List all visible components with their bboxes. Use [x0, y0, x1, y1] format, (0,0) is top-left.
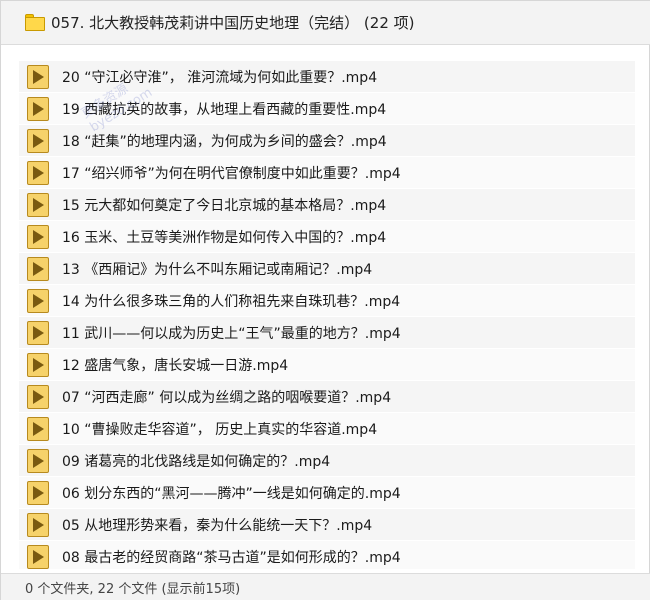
video-file-icon [27, 320, 49, 345]
file-row[interactable]: 06 划分东西的“黑河——腾冲”一线是如何确定的.mp4 [19, 477, 635, 509]
video-file-icon [27, 160, 49, 185]
file-row[interactable]: 20 “守江必守淮”， 淮河流域为何如此重要？.mp4 [19, 61, 635, 93]
status-bar: 0 个文件夹, 22 个文件 (显示前15项) [1, 573, 650, 600]
file-row[interactable]: 12 盛唐气象，唐长安城一日游.mp4 [19, 349, 635, 381]
file-name: 11 武川——何以成为历史上“王气”最重的地方？.mp4 [62, 325, 401, 342]
file-row[interactable]: 11 武川——何以成为历史上“王气”最重的地方？.mp4 [19, 317, 635, 349]
file-row[interactable]: 19 西藏抗英的故事，从地理上看西藏的重要性.mp4 [19, 93, 635, 125]
video-file-icon [27, 192, 49, 217]
video-file-icon [27, 352, 49, 377]
file-name: 20 “守江必守淮”， 淮河流域为何如此重要？.mp4 [62, 69, 378, 86]
file-name: 05 从地理形势来看，秦为什么能统一天下？.mp4 [62, 517, 373, 534]
file-name: 18 “赶集”的地理内涵，为何成为乡间的盛会？.mp4 [62, 133, 387, 150]
file-row[interactable]: 13 《西厢记》为什么不叫东厢记或南厢记？.mp4 [19, 253, 635, 285]
file-name: 07 “河西走廊” 何以成为丝绸之路的咽喉要道？.mp4 [62, 389, 392, 406]
file-list-window: 057. 北大教授韩茂莉讲中国历史地理（完结） (22 项) 20 “守江必守淮… [0, 0, 650, 600]
file-name: 16 玉米、土豆等美洲作物是如何传入中国的？.mp4 [62, 229, 387, 246]
video-file-icon [27, 128, 49, 153]
video-file-icon [27, 480, 49, 505]
video-file-icon [27, 416, 49, 441]
file-row[interactable]: 09 诸葛亮的北伐路线是如何确定的？.mp4 [19, 445, 635, 477]
file-row[interactable]: 17 “绍兴师爷”为何在明代官僚制度中如此重要？.mp4 [19, 157, 635, 189]
file-name: 13 《西厢记》为什么不叫东厢记或南厢记？.mp4 [62, 261, 373, 278]
file-row[interactable]: 18 “赶集”的地理内涵，为何成为乡间的盛会？.mp4 [19, 125, 635, 157]
video-file-icon [27, 96, 49, 121]
file-name: 12 盛唐气象，唐长安城一日游.mp4 [62, 357, 289, 374]
file-name: 19 西藏抗英的故事，从地理上看西藏的重要性.mp4 [62, 101, 387, 118]
video-file-icon [27, 544, 49, 569]
folder-title: 057. 北大教授韩茂莉讲中国历史地理（完结） (22 项) [51, 14, 415, 32]
file-name: 17 “绍兴师爷”为何在明代官僚制度中如此重要？.mp4 [62, 165, 401, 182]
file-name: 08 最古老的经贸商路“茶马古道”是如何形成的？.mp4 [62, 549, 401, 566]
file-row[interactable]: 14 为什么很多珠三角的人们称祖先来自珠玑巷？.mp4 [19, 285, 635, 317]
video-file-icon [27, 256, 49, 281]
folder-icon [25, 14, 45, 31]
video-file-icon [27, 224, 49, 249]
video-file-icon [27, 64, 49, 89]
video-file-icon [27, 448, 49, 473]
file-name: 15 元大都如何奠定了今日北京城的基本格局？.mp4 [62, 197, 387, 214]
file-list: 20 “守江必守淮”， 淮河流域为何如此重要？.mp4 19 西藏抗英的故事，从地… [19, 61, 635, 569]
file-name: 06 划分东西的“黑河——腾冲”一线是如何确定的.mp4 [62, 485, 401, 502]
file-name: 09 诸葛亮的北伐路线是如何确定的？.mp4 [62, 453, 331, 470]
file-name: 10 “曹操败走华容道”， 历史上真实的华容道.mp4 [62, 421, 378, 438]
file-name: 14 为什么很多珠三角的人们称祖先来自珠玑巷？.mp4 [62, 293, 401, 310]
file-row[interactable]: 05 从地理形势来看，秦为什么能统一天下？.mp4 [19, 509, 635, 541]
file-row[interactable]: 15 元大都如何奠定了今日北京城的基本格局？.mp4 [19, 189, 635, 221]
status-text: 0 个文件夹, 22 个文件 (显示前15项) [25, 582, 241, 597]
video-file-icon [27, 384, 49, 409]
file-row[interactable]: 07 “河西走廊” 何以成为丝绸之路的咽喉要道？.mp4 [19, 381, 635, 413]
video-file-icon [27, 512, 49, 537]
file-row[interactable]: 08 最古老的经贸商路“茶马古道”是如何形成的？.mp4 [19, 541, 635, 569]
video-file-icon [27, 288, 49, 313]
file-row[interactable]: 10 “曹操败走华容道”， 历史上真实的华容道.mp4 [19, 413, 635, 445]
folder-header: 057. 北大教授韩茂莉讲中国历史地理（完结） (22 项) [1, 1, 650, 45]
file-row[interactable]: 16 玉米、土豆等美洲作物是如何传入中国的？.mp4 [19, 221, 635, 253]
